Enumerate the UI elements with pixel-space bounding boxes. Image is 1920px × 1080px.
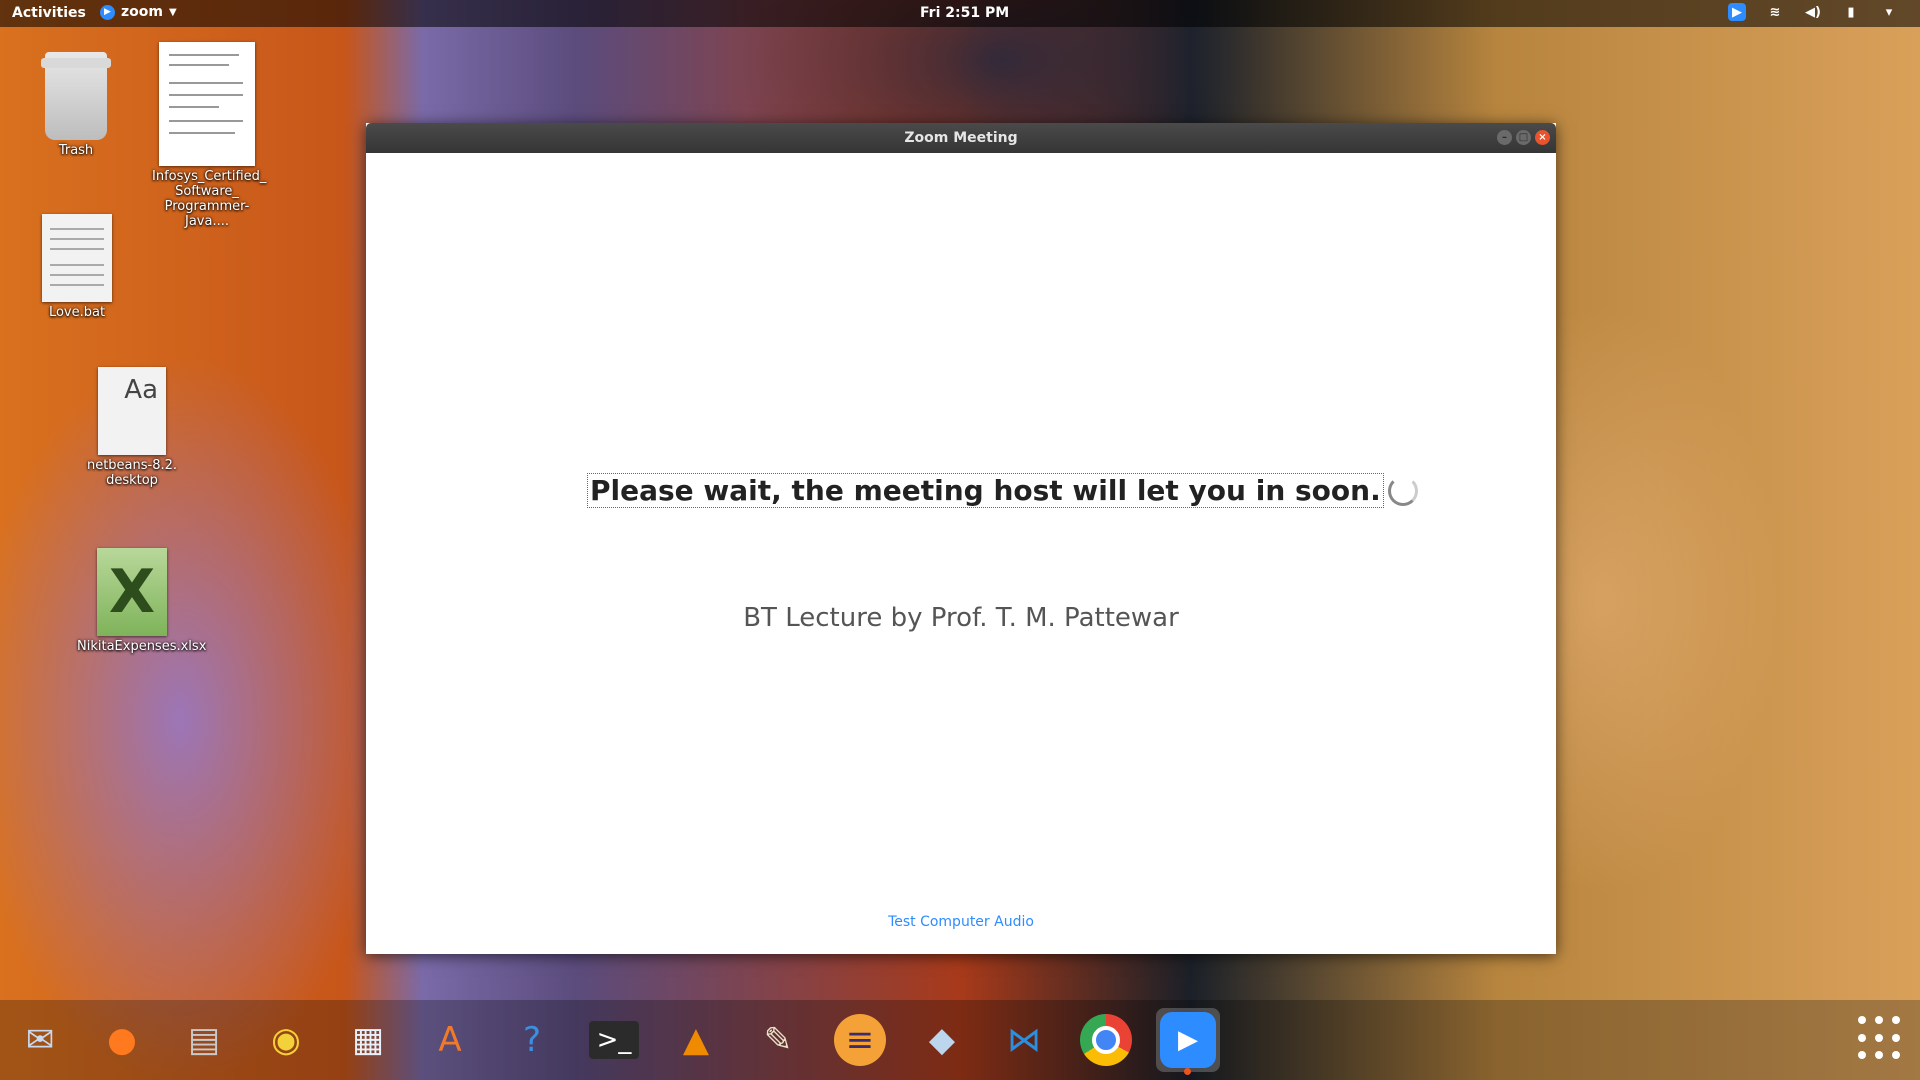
dock: ✉ ● ▤ ◉ ▦ A ? >_ ▲ ✎ ≡ ◆ ⋈ ▶ (0, 1000, 1920, 1080)
dock-vscode[interactable]: ⋈ (992, 1008, 1056, 1072)
document-icon (159, 42, 255, 166)
help-icon: ? (522, 1020, 542, 1060)
desktop-icon-infosys-certificate[interactable]: Infosys_Certified_ Software_ Programmer-… (152, 42, 266, 229)
desktop-icon-label: netbeans-8.2. desktop (86, 458, 178, 488)
files-icon: ▤ (187, 1020, 221, 1060)
wifi-icon[interactable]: ≋ (1766, 3, 1784, 21)
minimize-button[interactable]: – (1497, 130, 1512, 145)
terminal-icon: >_ (588, 1021, 640, 1059)
software-center-icon: A (438, 1020, 462, 1060)
window-title: Zoom Meeting (904, 130, 1018, 146)
zoom-icon: ▶ (1160, 1012, 1216, 1068)
dock-vlc[interactable]: ▲ (664, 1008, 728, 1072)
desktop-icon-netbeans[interactable]: Aa netbeans-8.2. desktop (77, 367, 187, 488)
show-applications-button[interactable] (1858, 1016, 1904, 1062)
dock-eclipse[interactable]: ≡ (828, 1008, 892, 1072)
firefox-icon: ● (107, 1020, 137, 1060)
desktop-icon-label: NikitaExpenses.xlsx (77, 639, 207, 654)
dock-zoom[interactable]: ▶ (1156, 1008, 1220, 1075)
desktop-icon-nikita-expenses[interactable]: X NikitaExpenses.xlsx (77, 548, 206, 654)
chevron-down-icon: ▼ (168, 6, 177, 18)
dock-rhythmbox[interactable]: ◉ (254, 1008, 318, 1072)
dock-terminal[interactable]: >_ (582, 1008, 646, 1072)
text-editor-icon: ✎ (763, 1020, 793, 1060)
window-titlebar[interactable]: Zoom Meeting – □ × (366, 123, 1556, 153)
battery-icon[interactable]: ▮ (1842, 3, 1860, 21)
desktop-icon-love-bat[interactable]: Love.bat (22, 214, 132, 320)
rhythmbox-icon: ◉ (271, 1020, 301, 1060)
waiting-room-status: Please wait, the meeting host will let y… (587, 473, 1418, 508)
zoom-tray-icon[interactable]: ▶ (1728, 3, 1746, 21)
dock-files[interactable]: ▤ (172, 1008, 236, 1072)
text-file-icon (42, 214, 112, 302)
writer-icon: ▦ (351, 1020, 385, 1060)
app-menu[interactable]: ▶ zoom ▼ (100, 4, 177, 20)
chrome-icon (1080, 1014, 1132, 1066)
trash-icon (41, 52, 111, 140)
desktop-icon-trash[interactable]: Trash (21, 52, 131, 158)
app-menu-label: zoom (121, 4, 163, 20)
dock-thunderbird[interactable]: ✉ (8, 1008, 72, 1072)
dock-chrome[interactable] (1074, 1008, 1138, 1072)
window-controls: – □ × (1497, 130, 1550, 145)
system-tray[interactable]: ▶ ≋ ◀) ▮ ▾ (1728, 3, 1898, 21)
dock-text-editor[interactable]: ✎ (746, 1008, 810, 1072)
meeting-topic: BT Lecture by Prof. T. M. Pattewar (743, 603, 1179, 633)
vlc-icon: ▲ (682, 1020, 710, 1060)
desktop-icon-label: Infosys_Certified_ Software_ Programmer-… (152, 169, 267, 229)
desktop-icon-label: Love.bat (48, 305, 106, 320)
close-button[interactable]: × (1535, 130, 1550, 145)
dock-firefox[interactable]: ● (90, 1008, 154, 1072)
thunderbird-icon: ✉ (25, 1020, 55, 1060)
activities-button[interactable]: Activities (12, 5, 86, 21)
virtualbox-icon: ◆ (928, 1020, 956, 1060)
power-menu-icon[interactable]: ▾ (1880, 3, 1898, 21)
vscode-icon: ⋈ (1007, 1020, 1041, 1060)
test-computer-audio-link[interactable]: Test Computer Audio (366, 914, 1556, 930)
spreadsheet-icon: X (97, 548, 167, 636)
clock[interactable]: Fri 2:51 PM (920, 5, 1009, 21)
zoom-meeting-window: Zoom Meeting – □ × Please wait, the meet… (366, 123, 1556, 954)
font-file-icon: Aa (98, 367, 166, 455)
volume-icon[interactable]: ◀) (1804, 3, 1822, 21)
maximize-button[interactable]: □ (1516, 130, 1531, 145)
desktop-icon-label: Trash (58, 143, 94, 158)
dock-libreoffice-writer[interactable]: ▦ (336, 1008, 400, 1072)
waiting-message: Please wait, the meeting host will let y… (587, 473, 1384, 508)
running-indicator (1184, 1068, 1191, 1075)
eclipse-icon: ≡ (834, 1014, 886, 1066)
dock-virtualbox[interactable]: ◆ (910, 1008, 974, 1072)
dock-help[interactable]: ? (500, 1008, 564, 1072)
dock-ubuntu-software[interactable]: A (418, 1008, 482, 1072)
top-bar: Activities ▶ zoom ▼ Fri 2:51 PM ▶ ≋ ◀) ▮… (0, 0, 1920, 27)
zoom-app-icon: ▶ (100, 4, 115, 20)
loading-spinner-icon (1387, 475, 1418, 506)
